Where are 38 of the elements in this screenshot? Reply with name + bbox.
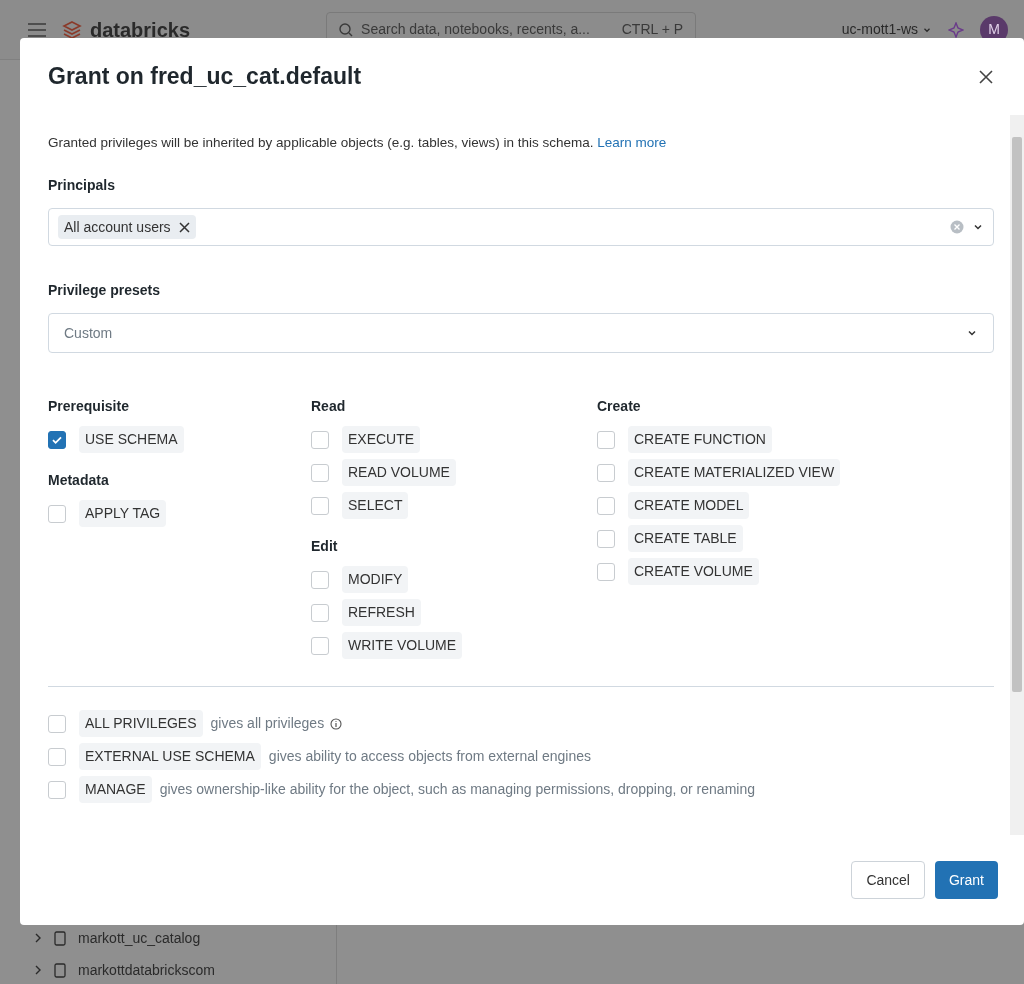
privilege-label: EXTERNAL USE SCHEMA [79,743,261,771]
privilege-description: gives all privileges [210,714,325,734]
group-title: Edit [311,537,339,557]
group-title: Create [597,397,642,417]
privilege-label: MANAGE [79,776,152,804]
privilege-description: gives ownership-like ability for the object, such as managing permissions, dropping, or renaming [159,780,755,800]
logo-text: databricks [90,17,191,43]
tree-item[interactable]: markott_uc_catalog [34,928,215,948]
cancel-button[interactable]: Cancel [851,861,925,899]
grant-button[interactable]: Grant [935,861,998,899]
privilege-label: CREATE TABLE [628,525,743,553]
dialog-title: Grant on fred_uc_cat.default [48,62,362,92]
privilege-label: REFRESH [342,599,421,627]
privilege-label: READ VOLUME [342,459,456,487]
privilege-label: CREATE FUNCTION [628,426,772,454]
privilege-label: APPLY TAG [79,500,167,528]
privilege-label: ALL PRIVILEGES [79,710,203,738]
privilege-description: gives ability to access objects from external engines [268,747,592,767]
group-title: Read [311,397,347,417]
principals-field[interactable]: All account users [48,208,994,247]
field-label: Privilege presets [48,281,162,301]
principal-chip[interactable]: All account users [58,215,196,240]
group-title: Prerequisite [48,397,130,417]
privilege-label: EXECUTE [342,426,421,454]
presets-select[interactable]: Custom [48,313,994,354]
description-text: Granted privileges will be inherited by applicable objects (e.g. tables, views) in this schema. Learn more [48,134,668,152]
workspace-selector[interactable]: uc-mott1-ws [841,19,918,40]
field-label: Principals [48,176,116,196]
privilege-label: SELECT [342,492,409,520]
group-title: Metadata [48,471,110,491]
learn-more-link[interactable]: Learn more [597,135,667,150]
privilege-label: CREATE VOLUME [628,558,759,586]
tree-item[interactable]: markottdatabrickscom [34,960,215,980]
privilege-label: WRITE VOLUME [342,632,463,660]
privilege-label: MODIFY [342,566,409,594]
privilege-label: CREATE MODEL [628,492,750,520]
privilege-label: USE SCHEMA [79,426,184,454]
privilege-label: CREATE MATERIALIZED VIEW [628,459,841,487]
